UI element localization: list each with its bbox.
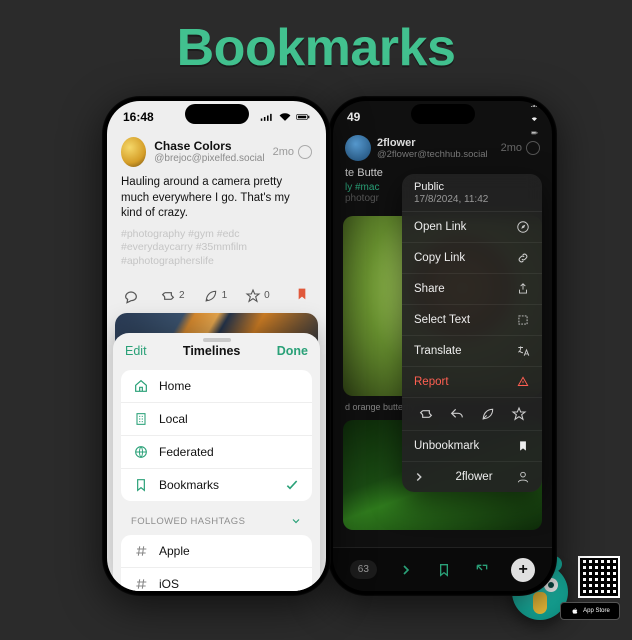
edit-button[interactable]: Edit	[125, 344, 147, 358]
menu-unbookmark[interactable]: Unbookmark	[402, 431, 542, 462]
reply-button[interactable]	[123, 288, 142, 304]
hero-title: Bookmarks	[0, 18, 632, 78]
rocket-icon[interactable]	[480, 406, 496, 422]
timeline-home[interactable]: Home	[121, 370, 312, 402]
building-icon	[133, 411, 149, 427]
share-icon	[516, 282, 530, 296]
timestamp-label: 17/8/2024, 11:42	[414, 194, 530, 205]
star-button[interactable]: 0	[245, 288, 270, 304]
apple-icon	[570, 606, 580, 616]
chevron-right-icon	[412, 470, 426, 484]
menu-action-icons	[402, 398, 542, 431]
status-icons	[531, 101, 538, 138]
favorite-button[interactable]: 1	[203, 288, 228, 304]
timeline-bookmarks[interactable]: Bookmarks	[121, 468, 312, 501]
select-text-icon	[516, 313, 530, 327]
hashtag-apple[interactable]: Apple	[121, 535, 312, 567]
menu-report[interactable]: Report	[402, 367, 542, 398]
open-external-icon[interactable]	[474, 562, 490, 578]
star-icon[interactable]	[511, 406, 527, 422]
menu-select-text[interactable]: Select Text	[402, 305, 542, 336]
person-icon	[516, 470, 530, 484]
battery-icon	[531, 131, 538, 135]
more-icon[interactable]	[526, 141, 540, 155]
status-icons	[260, 112, 310, 122]
reply-icon[interactable]	[449, 406, 465, 422]
wifi-icon	[531, 117, 538, 121]
bookmark-filled-icon	[294, 286, 310, 302]
translate-icon	[516, 344, 530, 358]
home-icon	[133, 378, 149, 394]
handle: @2flower@techhub.social	[377, 149, 488, 160]
hash-icon	[133, 543, 149, 559]
hash-icon	[133, 576, 149, 591]
menu-translate[interactable]: Translate	[402, 336, 542, 367]
app-store-label: App Store	[583, 608, 610, 614]
display-name: 2flower	[377, 137, 488, 149]
phone-left: 16:48 Chase Colors @brejoc@pixelfed.soci…	[102, 96, 331, 596]
menu-open-link[interactable]: Open Link	[402, 212, 542, 243]
phone-right: 49 2flower @2flower@techhub.social 2mo	[328, 96, 557, 596]
status-time: 16:48	[123, 110, 154, 124]
link-icon	[516, 251, 530, 265]
bookmark-filled-icon	[516, 439, 530, 453]
section-followed-hashtags[interactable]: FOLLOWED HASHTAGS	[113, 505, 320, 531]
compass-icon	[516, 220, 530, 234]
dynamic-island	[411, 104, 475, 124]
globe-icon	[133, 444, 149, 460]
post-tags[interactable]: #photography #gym #edc #everydaycarry #3…	[121, 228, 312, 269]
hashtags-list: Apple iOS LandscapePhotography	[121, 535, 312, 591]
timelines-sheet: Edit Timelines Done Home Local	[113, 333, 320, 591]
visibility-label: Public	[414, 181, 530, 193]
post-actions: 2 1 0	[107, 276, 326, 313]
bookmark-icon[interactable]	[436, 562, 452, 578]
post-body: Hauling around a camera pretty much ever…	[121, 175, 312, 222]
timeline-local[interactable]: Local	[121, 402, 312, 435]
signal-icon	[260, 112, 274, 122]
checkmark-icon	[284, 477, 300, 493]
app-store-badge[interactable]: App Store	[560, 602, 620, 620]
menu-share[interactable]: Share	[402, 274, 542, 305]
post-age: 2mo	[501, 141, 540, 155]
wifi-icon	[278, 112, 292, 122]
chevron-down-icon	[290, 515, 302, 527]
hashtag-ios[interactable]: iOS	[121, 567, 312, 591]
timelines-list: Home Local Federated Bookmarks	[121, 370, 312, 501]
menu-user-row[interactable]: 2flower	[402, 462, 542, 492]
menu-copy-link[interactable]: Copy Link	[402, 243, 542, 274]
signal-icon	[531, 103, 538, 107]
dynamic-island	[185, 104, 249, 124]
boost-icon[interactable]	[418, 406, 434, 422]
bookmark-button[interactable]	[294, 286, 310, 305]
post-age: 2mo	[273, 145, 312, 159]
avatar[interactable]	[345, 135, 371, 161]
chevron-right-icon[interactable]	[398, 562, 414, 578]
status-time: 49	[347, 110, 360, 124]
avatar[interactable]	[121, 137, 146, 167]
more-icon[interactable]	[298, 145, 312, 159]
display-name: Chase Colors	[154, 140, 264, 153]
report-icon	[516, 375, 530, 389]
battery-icon	[296, 112, 310, 122]
context-menu: Public 17/8/2024, 11:42 Open Link Copy L…	[402, 174, 542, 492]
tab-bar: 63 +	[333, 547, 552, 591]
compose-button[interactable]: +	[511, 558, 535, 582]
sheet-title: Timelines	[183, 344, 240, 358]
menu-header: Public 17/8/2024, 11:42	[402, 174, 542, 212]
tab-count[interactable]: 63	[350, 560, 377, 579]
post[interactable]: Chase Colors @brejoc@pixelfed.social 2mo…	[107, 133, 326, 276]
handle: @brejoc@pixelfed.social	[154, 153, 264, 164]
qr-code[interactable]	[578, 556, 620, 598]
timeline-federated[interactable]: Federated	[121, 435, 312, 468]
done-button[interactable]: Done	[277, 344, 308, 358]
bookmark-icon	[133, 477, 149, 493]
boost-button[interactable]: 2	[160, 288, 185, 304]
